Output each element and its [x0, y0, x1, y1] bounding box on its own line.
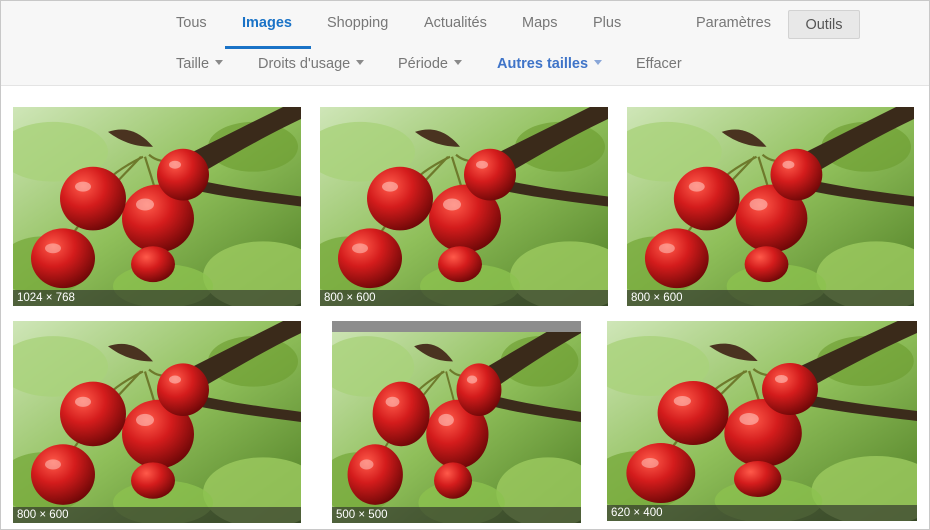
tab-maps[interactable]: Maps	[522, 15, 557, 31]
active-tab-indicator	[225, 46, 311, 49]
image-result[interactable]: 800 × 600	[627, 107, 914, 306]
filter-label: Taille	[176, 56, 210, 72]
caret-down-icon	[356, 59, 365, 65]
tab-shopping[interactable]: Shopping	[327, 15, 388, 31]
cherry-photo	[13, 321, 301, 523]
caret-down-icon	[453, 59, 462, 65]
image-size-label: 620 × 400	[607, 505, 917, 521]
caret-down-icon	[594, 59, 603, 65]
image-result[interactable]: 620 × 400	[607, 321, 917, 521]
tab-all[interactable]: Tous	[176, 15, 207, 31]
image-result[interactable]: 1024 × 768	[13, 107, 301, 306]
image-result[interactable]: 800 × 600	[13, 321, 301, 523]
cherry-photo	[607, 321, 917, 521]
image-size-label: 800 × 600	[320, 290, 608, 306]
cherry-photo	[332, 321, 581, 523]
image-size-label: 500 × 500	[332, 507, 581, 523]
tab-images[interactable]: Images	[242, 15, 292, 31]
settings-link[interactable]: Paramètres	[696, 15, 771, 31]
filter-period[interactable]: Période	[398, 56, 462, 72]
image-result[interactable]: 800 × 600	[320, 107, 608, 306]
caret-down-icon	[215, 59, 224, 65]
image-padding	[332, 321, 581, 332]
tools-button[interactable]: Outils	[788, 10, 860, 39]
cherry-photo	[13, 107, 301, 306]
filter-label: Autres tailles	[497, 56, 589, 72]
image-size-label: 800 × 600	[13, 507, 301, 523]
cherry-photo	[627, 107, 914, 306]
top-bar: Tous Images Shopping Actualités Maps Plu…	[1, 1, 929, 86]
clear-filters-link[interactable]: Effacer	[636, 56, 682, 72]
filter-label: Droits d'usage	[258, 56, 351, 72]
image-size-label: 1024 × 768	[13, 290, 301, 306]
filter-size[interactable]: Taille	[176, 56, 224, 72]
filter-usage-rights[interactable]: Droits d'usage	[258, 56, 365, 72]
tab-more[interactable]: Plus	[593, 15, 621, 31]
tab-news[interactable]: Actualités	[424, 15, 487, 31]
filter-label: Période	[398, 56, 448, 72]
image-result[interactable]: 500 × 500	[332, 321, 581, 523]
cherry-photo	[320, 107, 608, 306]
filter-other-sizes[interactable]: Autres tailles	[497, 56, 603, 72]
image-size-label: 800 × 600	[627, 290, 914, 306]
